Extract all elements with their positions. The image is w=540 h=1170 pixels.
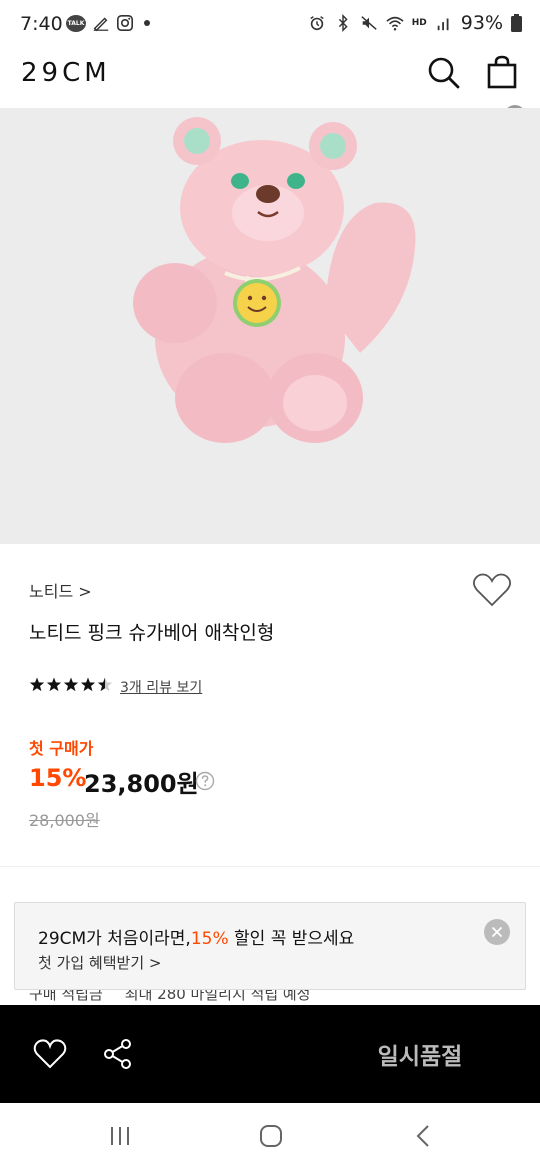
system-nav-bar [0, 1103, 540, 1170]
wishlist-heart-icon[interactable] [472, 572, 512, 608]
logo[interactable]: 29CM [21, 58, 111, 88]
battery-percent: 93% [460, 12, 503, 34]
search-icon[interactable] [425, 54, 461, 90]
talk-icon: TALK [66, 14, 86, 32]
alarm-icon [310, 16, 324, 31]
signup-benefit-link[interactable]: 첫 가입 혜택받기 > [38, 952, 161, 973]
soldout-button[interactable]: 일시품절 [300, 1005, 540, 1103]
mute-icon [361, 16, 377, 30]
question-icon[interactable] [195, 771, 215, 791]
product-image [0, 108, 540, 544]
hd-voice-icon: HD [411, 17, 427, 28]
header: 29CM [0, 50, 540, 169]
original-price: 28,000원 [29, 811, 100, 830]
bluetooth-icon [338, 14, 348, 32]
close-button[interactable] [484, 919, 510, 945]
wifi-icon [386, 16, 404, 31]
product-title: 노티드 핑크 슈가베어 애착인형 [29, 622, 275, 644]
recent-apps-icon[interactable] [105, 1121, 135, 1151]
review-link[interactable]: 3개 리뷰 보기 [120, 677, 202, 697]
star-icon [80, 677, 96, 692]
star-icon [97, 677, 113, 692]
star-icon [46, 677, 62, 692]
toast-title-suffix: 할인 꼭 받으세요 [228, 929, 355, 949]
pink-bear-image [133, 117, 416, 443]
signal-icon [437, 18, 449, 31]
rating-stars [29, 677, 117, 693]
dot-icon [144, 20, 150, 26]
brand-link[interactable]: 노티드 > [29, 578, 92, 602]
status-left-icons: TALK [66, 14, 154, 32]
share-icon[interactable] [102, 1038, 134, 1070]
toast-title-prefix: 29CM가 처음이라면, [38, 929, 191, 949]
pen-icon [93, 17, 109, 32]
instagram-icon [116, 14, 134, 32]
toast-title: 29CM가 처음이라면,15% 할인 꼭 받으세요 [38, 924, 354, 949]
back-icon[interactable] [409, 1121, 439, 1151]
sale-price: 23,800원 [84, 770, 199, 798]
home-icon[interactable] [256, 1121, 286, 1151]
action-bar: 일시품절 [0, 1005, 540, 1103]
star-icon [29, 677, 45, 692]
status-time: 7:40 [20, 13, 63, 35]
battery-icon [511, 14, 522, 32]
bag-icon[interactable] [484, 54, 520, 90]
first-price-label: 첫 구매가 [29, 739, 94, 758]
star-icon [63, 677, 79, 692]
heart-icon[interactable] [33, 1038, 67, 1070]
close-icon [491, 926, 503, 938]
divider [0, 866, 540, 867]
discount-rate: 15% [29, 764, 87, 792]
toast-title-highlight: 15% [190, 929, 229, 949]
promo-toast: 29CM가 처음이라면,15% 할인 꼭 받으세요 첫 가입 혜택받기 > [14, 902, 526, 990]
status-bar: 7:40 TALK HD 93% [0, 0, 540, 50]
star-rating-icon [29, 677, 113, 692]
status-right: HD 93% [308, 12, 522, 34]
